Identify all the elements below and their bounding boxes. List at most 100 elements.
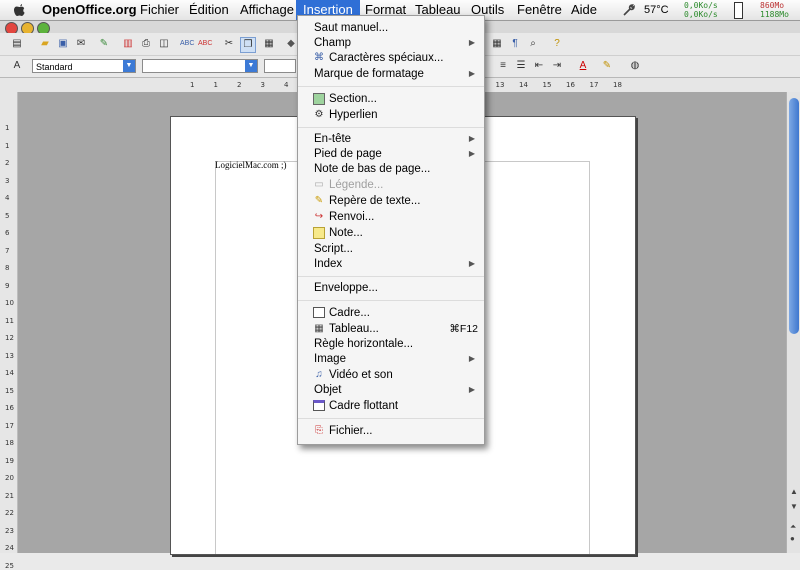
menu-item-section[interactable]: Section... [298, 91, 484, 107]
open-folder-icon[interactable]: ▰ [38, 37, 52, 51]
menu-item-champ[interactable]: Champ ▶ [298, 35, 484, 51]
menu-item-en-tete[interactable]: En-tête ▶ [298, 131, 484, 147]
menu-item-saut-manuel[interactable]: Saut manuel... [298, 20, 484, 36]
ruler-number: 16 [5, 404, 14, 412]
increase-indent-icon[interactable]: ⇥ [550, 59, 564, 73]
paste-icon[interactable]: ▦ [262, 37, 276, 51]
cut-icon[interactable]: ✂ [222, 37, 236, 51]
ruler-number: 15 [542, 81, 552, 89]
menu-item-label: Marque de formatage [314, 68, 424, 80]
edit-file-icon[interactable]: ✎ [97, 37, 111, 51]
menu-item-cadre-flottant[interactable]: Cadre flottant [298, 398, 484, 414]
menu-item-video-et-son[interactable]: ♫ Vidéo et son [298, 367, 484, 383]
paragraph-style-select[interactable]: Standard ▼ [32, 59, 136, 73]
menu-item-marque-de-formatage[interactable]: Marque de formatage ▶ [298, 66, 484, 82]
menu-item-repere-de-texte[interactable]: ✎ Repère de texte... [298, 193, 484, 209]
numbering-icon[interactable]: ≡ [496, 59, 510, 73]
save-icon[interactable]: ▣ [56, 37, 70, 51]
menu-item-label: Renvoi... [329, 211, 375, 223]
menu-item-hyperlien[interactable]: ⚙ Hyperlien [298, 107, 484, 123]
clone-format-icon[interactable]: ◆ [284, 37, 298, 51]
ruler-number: 4 [5, 194, 10, 202]
vertical-ruler[interactable]: 1 1 2 3 4 5 6 7 8 9 10 11 12 13 14 15 16 17 18 19 20 21 22 23 24… [0, 92, 18, 570]
file-icon: ⎘ [315, 425, 323, 436]
ruler-number: 3 [5, 176, 10, 185]
menu-item-image[interactable]: Image ▶ [298, 351, 484, 367]
export-pdf-icon[interactable]: ▥ [121, 37, 135, 51]
background-color-icon[interactable]: ◍ [628, 59, 642, 73]
menu-aide[interactable]: Aide [571, 0, 597, 20]
menu-item-script[interactable]: Script... [298, 241, 484, 257]
autospellcheck-icon[interactable]: ABC [198, 37, 212, 51]
ruler-number: 14 [5, 369, 14, 377]
wrench-icon[interactable] [622, 3, 636, 17]
copy-icon[interactable]: ❐ [240, 37, 256, 53]
menu-affichage[interactable]: Affichage [240, 0, 294, 20]
submenu-arrow-icon: ▶ [468, 149, 475, 158]
print-preview-icon[interactable]: ◫ [157, 37, 171, 51]
menu-item-caracteres-speciaux[interactable]: ⌘ Caractères spéciaux... [298, 50, 484, 66]
zoom-icon[interactable]: ⌕ [526, 37, 540, 51]
memory-meter-icon [734, 2, 743, 19]
email-icon[interactable]: ✉ [74, 37, 88, 51]
mem-used-readout: 1188Mo [760, 10, 789, 19]
navigator-icon[interactable]: ● [790, 534, 795, 543]
ruler-number: 1 [213, 81, 218, 89]
vertical-scrollbar[interactable]: ▲ ▼ ⏶ ● [786, 92, 800, 553]
decrease-indent-icon[interactable]: ⇤ [532, 59, 546, 73]
document-text[interactable]: LogicielMac.com ;) [215, 160, 286, 170]
previous-page-icon[interactable]: ⏶ [790, 522, 796, 532]
submenu-arrow-icon: ▶ [468, 259, 475, 268]
menu-fenetre[interactable]: Fenêtre [517, 0, 562, 20]
shortcut-label: ⌘F12 [449, 323, 478, 335]
menu-item-renvoi[interactable]: ↪ Renvoi... [298, 209, 484, 225]
styles-icon[interactable]: A [10, 59, 24, 73]
scroll-down-arrow-icon[interactable]: ▼ [790, 502, 798, 511]
menu-separator [298, 418, 484, 419]
menu-separator [298, 276, 484, 277]
note-icon [313, 227, 325, 239]
menu-item-regle-horizontale[interactable]: Règle horizontale... [298, 336, 484, 352]
menu-edition[interactable]: Édition [189, 0, 229, 20]
highlighting-icon[interactable]: ✎ [600, 59, 614, 73]
scroll-up-arrow-icon[interactable]: ▲ [790, 487, 798, 496]
font-name-select[interactable]: ▼ [142, 59, 258, 73]
menu-item-label: Section... [329, 93, 377, 105]
menu-fichier[interactable]: Fichier [140, 0, 179, 20]
help-icon[interactable]: ? [550, 37, 564, 51]
menu-item-label: Pied de page [314, 148, 382, 160]
menu-item-label: Hyperlien [329, 109, 378, 121]
apple-icon[interactable] [13, 3, 26, 17]
menu-item-label: Cadre... [329, 307, 370, 319]
ruler-number: 4 [284, 81, 289, 89]
menu-item-pied-de-page[interactable]: Pied de page ▶ [298, 146, 484, 162]
menu-item-note-de-bas-de-page[interactable]: Note de bas de page... [298, 161, 484, 177]
insert-table-icon[interactable]: ▦ [490, 37, 504, 51]
menu-item-enveloppe[interactable]: Enveloppe... [298, 280, 484, 296]
ruler-number: 17 [589, 81, 599, 89]
menu-item-fichier[interactable]: ⎘ Fichier... [298, 423, 484, 439]
menu-item-tableau[interactable]: ▦ Tableau... ⌘F12 [298, 321, 484, 337]
omega-icon: ⌘ [314, 52, 324, 63]
menu-item-label: Script... [314, 243, 353, 255]
ruler-number: 7 [5, 246, 10, 255]
font-color-icon[interactable]: A [576, 59, 590, 73]
menu-item-objet[interactable]: Objet ▶ [298, 382, 484, 398]
floating-frame-icon [313, 400, 325, 411]
scrollbar-thumb[interactable] [789, 98, 799, 334]
menu-item-index[interactable]: Index ▶ [298, 256, 484, 272]
ruler-number: 11 [5, 316, 14, 325]
font-size-select[interactable] [264, 59, 296, 73]
submenu-arrow-icon: ▶ [468, 354, 475, 363]
bullets-icon[interactable]: ☰ [514, 59, 528, 73]
formatting-marks-icon[interactable]: ¶ [508, 37, 522, 51]
submenu-arrow-icon: ▶ [468, 385, 475, 394]
new-document-icon[interactable]: ▤ [10, 37, 24, 51]
menu-item-label: En-tête [314, 133, 352, 145]
app-name-menu[interactable]: OpenOffice.org [42, 0, 137, 20]
ruler-number: 3 [260, 81, 265, 89]
print-icon[interactable]: ⎙ [139, 37, 153, 51]
spellcheck-icon[interactable]: ABC [180, 37, 194, 51]
menu-item-note[interactable]: Note... [298, 225, 484, 241]
menu-item-cadre[interactable]: Cadre... [298, 305, 484, 321]
